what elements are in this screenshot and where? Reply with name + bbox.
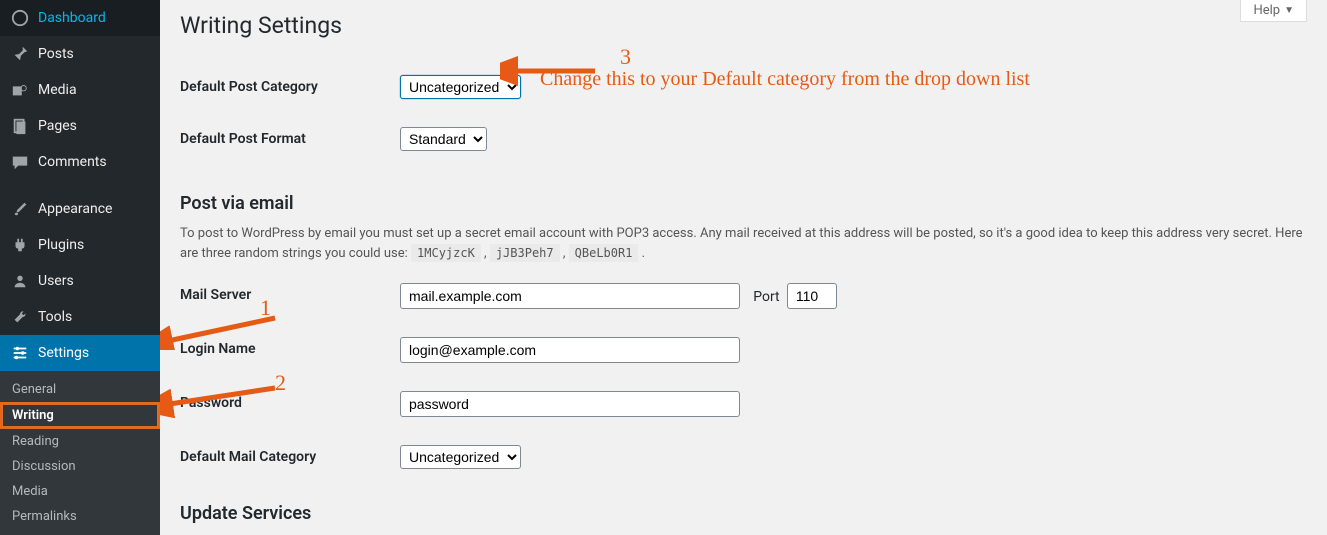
sidebar-item-label: Dashboard <box>38 10 106 26</box>
users-icon <box>10 271 30 291</box>
sidebar-item-label: Plugins <box>38 237 84 253</box>
section-post-via-email: Post via email <box>180 193 1307 214</box>
section-update-services: Update Services <box>180 503 1307 524</box>
random-string-3: QBeLb0R1 <box>569 244 639 262</box>
sidebar-item-label: Settings <box>38 345 89 361</box>
label-mail-server: Mail Server <box>180 269 400 323</box>
sidebar-item-settings[interactable]: Settings <box>0 335 160 371</box>
sliders-icon <box>10 343 30 363</box>
dashboard-icon <box>10 8 30 28</box>
submenu-media[interactable]: Media <box>0 479 160 504</box>
content-area: Help ▼ Writing Settings Default Post Cat… <box>160 0 1327 535</box>
label-default-category: Default Post Category <box>180 61 400 113</box>
submenu-reading[interactable]: Reading <box>0 429 160 454</box>
random-string-2: jJB3Peh7 <box>490 244 560 262</box>
sidebar-item-label: Media <box>38 82 77 98</box>
plug-icon <box>10 235 30 255</box>
admin-sidebar: Dashboard Posts Media Pages Comments App… <box>0 0 160 535</box>
label-default-format: Default Post Format <box>180 113 400 165</box>
sidebar-item-media[interactable]: Media <box>0 72 160 108</box>
help-tab[interactable]: Help ▼ <box>1240 0 1307 22</box>
sidebar-item-dashboard[interactable]: Dashboard <box>0 0 160 36</box>
sidebar-item-users[interactable]: Users <box>0 263 160 299</box>
port-input[interactable] <box>787 283 837 309</box>
default-post-category-select[interactable]: Uncategorized <box>400 75 521 99</box>
default-mail-category-select[interactable]: Uncategorized <box>400 445 521 469</box>
sidebar-item-pages[interactable]: Pages <box>0 108 160 144</box>
media-icon <box>10 80 30 100</box>
submenu-discussion[interactable]: Discussion <box>0 454 160 479</box>
sidebar-item-label: Appearance <box>38 201 112 217</box>
sidebar-item-plugins[interactable]: Plugins <box>0 227 160 263</box>
submenu-writing[interactable]: Writing <box>0 402 160 429</box>
sidebar-item-label: Pages <box>38 118 77 134</box>
sidebar-item-appearance[interactable]: Appearance <box>0 191 160 227</box>
label-port: Port <box>753 289 779 305</box>
default-post-format-select[interactable]: Standard <box>400 127 487 151</box>
brush-icon <box>10 199 30 219</box>
page-title: Writing Settings <box>180 12 1307 39</box>
sidebar-item-posts[interactable]: Posts <box>0 36 160 72</box>
pin-icon <box>10 44 30 64</box>
chevron-down-icon: ▼ <box>1284 5 1294 16</box>
sidebar-item-label: Tools <box>38 309 72 325</box>
label-mail-category: Default Mail Category <box>180 431 400 483</box>
password-input[interactable] <box>400 391 740 417</box>
sidebar-item-label: Comments <box>38 154 107 170</box>
help-tab-label: Help <box>1253 3 1280 18</box>
sidebar-item-comments[interactable]: Comments <box>0 144 160 180</box>
submenu-permalinks[interactable]: Permalinks <box>0 504 160 529</box>
label-password: Password <box>180 377 400 431</box>
label-login-name: Login Name <box>180 323 400 377</box>
wrench-icon <box>10 307 30 327</box>
settings-submenu: General Writing Reading Discussion Media… <box>0 371 160 535</box>
sidebar-item-tools[interactable]: Tools <box>0 299 160 335</box>
random-string-1: 1MCyjzcK <box>411 244 481 262</box>
comments-icon <box>10 152 30 172</box>
login-name-input[interactable] <box>400 337 740 363</box>
sidebar-item-label: Posts <box>38 46 74 62</box>
submenu-general[interactable]: General <box>0 377 160 402</box>
post-via-email-description: To post to WordPress by email you must s… <box>180 224 1307 263</box>
mail-server-input[interactable] <box>400 283 740 309</box>
sidebar-item-label: Users <box>38 273 74 289</box>
pages-icon <box>10 116 30 136</box>
